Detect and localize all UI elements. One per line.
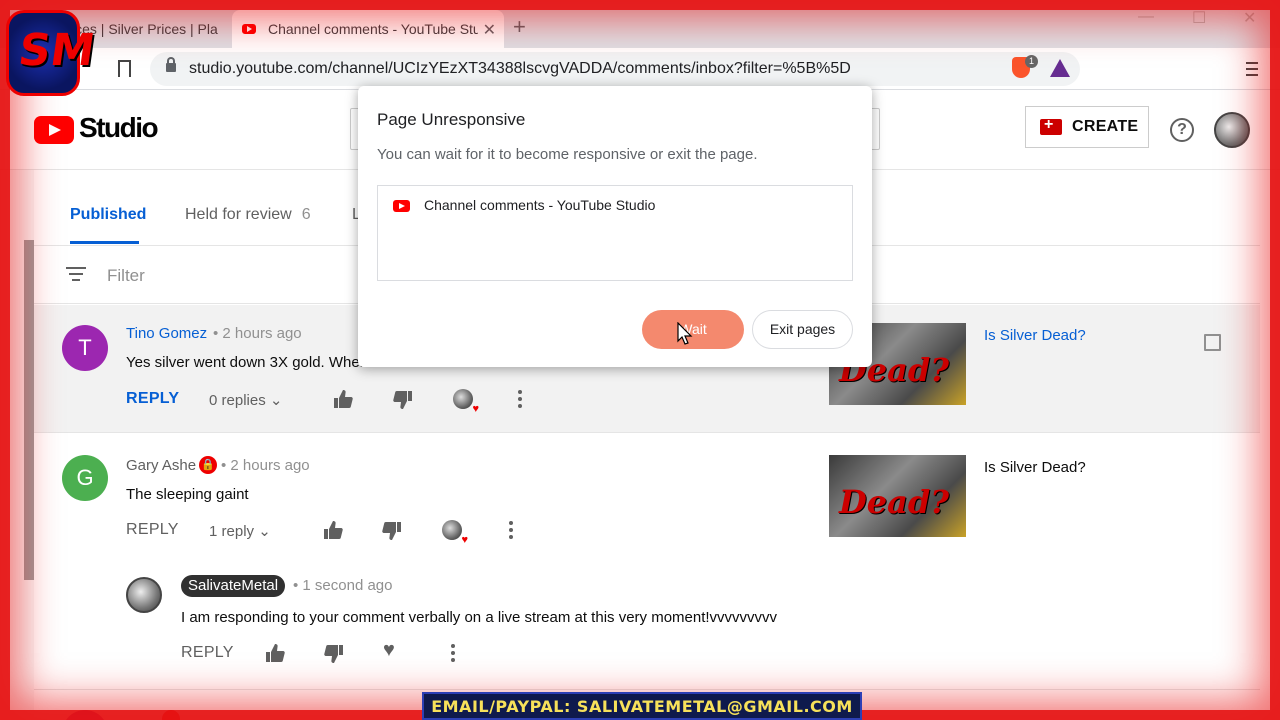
create-button[interactable]: CREATE (1025, 106, 1149, 148)
held-count: 6 (301, 206, 311, 223)
mouse-cursor-icon (677, 322, 693, 345)
chevron-down-icon: ⌄ (258, 523, 271, 540)
filter-input[interactable]: Filter (107, 266, 145, 286)
tab-published[interactable]: Published (70, 206, 146, 224)
comment-author[interactable]: Gary Ashe (126, 457, 196, 474)
window-close-icon[interactable]: ✕ (1243, 8, 1256, 28)
like-icon[interactable] (323, 521, 343, 539)
youtube-logo-icon[interactable] (34, 116, 74, 144)
browser-menu-icon[interactable] (1246, 62, 1258, 76)
help-icon[interactable]: ? (1170, 118, 1194, 142)
unresponsive-page-item: Channel comments - YouTube Studio (424, 197, 656, 213)
page-unresponsive-dialog: Page Unresponsive You can wait for it to… (358, 86, 872, 367)
exit-pages-button[interactable]: Exit pages (752, 310, 853, 349)
creator-heart-icon[interactable] (442, 520, 468, 546)
video-camera-icon (1040, 116, 1062, 135)
browser-tab-title: Channel comments - YouTube Studio (268, 21, 478, 37)
replies-count: 0 replies (209, 392, 266, 409)
creator-heart-icon[interactable] (453, 389, 479, 415)
reply-button[interactable]: REPLY (126, 521, 179, 539)
dislike-icon[interactable] (324, 645, 344, 663)
comment-author[interactable]: Tino Gomez (126, 325, 207, 342)
studio-logo-text[interactable]: Studio (79, 112, 159, 144)
channel-owner-chip[interactable]: SalivateMetal (181, 575, 286, 597)
replies-toggle[interactable]: 1 reply ⌄ (209, 522, 271, 540)
youtube-favicon-icon (393, 200, 410, 212)
close-icon[interactable]: ✕ (483, 20, 496, 40)
scrollbar[interactable] (24, 240, 34, 580)
browser-tab-channel-comments[interactable]: Channel comments - YouTube Studio ✕ (232, 10, 504, 48)
browser-toolbar: studio.youtube.com/channel/UCIzYEzXT3438… (0, 48, 1280, 90)
maximize-icon[interactable]: ☐ (1192, 8, 1206, 28)
create-button-label: CREATE (1072, 118, 1139, 135)
tab-label: Held for review (185, 206, 292, 223)
avatar[interactable]: G (62, 455, 108, 501)
account-avatar[interactable] (1214, 112, 1250, 148)
replies-count: 1 reply (209, 523, 255, 540)
open-in-new-icon[interactable] (1204, 334, 1221, 351)
lock-icon[interactable] (166, 57, 176, 72)
replies-toggle[interactable]: 0 replies ⌄ (209, 391, 282, 409)
active-tab-indicator (70, 241, 139, 244)
reply-button[interactable]: REPLY (126, 390, 179, 408)
avatar[interactable]: T (62, 325, 108, 371)
minimize-icon[interactable]: — (1138, 8, 1154, 26)
comment-text: I am responding to your comment verbally… (181, 609, 778, 626)
email-banner: EMAIL/PAYPAL: SALIVATEMETAL@GMAIL.COM (422, 692, 862, 720)
comment-time[interactable]: • 2 hours ago (213, 325, 302, 342)
wait-button[interactable]: Wait (642, 310, 744, 349)
unresponsive-pages-list: Channel comments - YouTube Studio (377, 185, 853, 281)
youtube-favicon-icon (242, 24, 256, 34)
browser-tabstrip: Prices | Silver Prices | Pla Channel com… (0, 0, 1280, 48)
video-title-link[interactable]: Is Silver Dead? (984, 459, 1086, 476)
more-options-icon[interactable] (518, 390, 522, 408)
tab-held-for-review[interactable]: Held for review 6 (185, 206, 311, 224)
reply-button[interactable]: REPLY (181, 644, 234, 662)
video-title-link[interactable]: Is Silver Dead? (984, 327, 1086, 344)
logo-text: SM (15, 25, 99, 76)
lock-badge-icon (162, 710, 180, 720)
video-thumbnail[interactable]: Dead? (829, 455, 966, 537)
comment-text: Yes silver went down 3X gold. Wher (126, 354, 365, 371)
chevron-down-icon: ⌄ (269, 392, 283, 409)
filter-icon[interactable] (66, 267, 86, 283)
comment-time[interactable]: • 1 second ago (293, 577, 393, 594)
lock-badge-icon: 🔒 (199, 456, 217, 474)
like-icon[interactable] (333, 390, 353, 408)
comment-text: The sleeping gaint (126, 486, 249, 503)
dislike-icon[interactable] (393, 391, 413, 409)
new-tab-icon[interactable]: + (513, 14, 526, 40)
comment-time[interactable]: • 2 hours ago (221, 457, 310, 474)
channel-logo-overlay: SM (6, 10, 98, 96)
comment-row: G Gary Ashe 🔒 • 2 hours ago The sleeping… (34, 434, 1260, 690)
bookmark-icon[interactable] (118, 60, 131, 77)
heart-icon[interactable]: ♥ (383, 639, 395, 662)
address-bar[interactable]: studio.youtube.com/channel/UCIzYEzXT3438… (150, 52, 1080, 86)
more-options-icon[interactable] (451, 644, 455, 662)
dialog-message: You can wait for it to become responsive… (377, 146, 758, 163)
more-options-icon[interactable] (509, 521, 513, 539)
brave-shields-badge: 1 (1025, 55, 1038, 68)
like-icon[interactable] (265, 644, 285, 662)
brave-rewards-icon[interactable] (1050, 59, 1070, 77)
avatar[interactable] (62, 710, 108, 720)
url-text[interactable]: studio.youtube.com/channel/UCIzYEzXT3438… (189, 60, 851, 78)
thumbnail-text: Dead? (839, 483, 949, 521)
dislike-icon[interactable] (382, 522, 402, 540)
dialog-title: Page Unresponsive (377, 110, 526, 129)
avatar[interactable] (126, 577, 162, 613)
